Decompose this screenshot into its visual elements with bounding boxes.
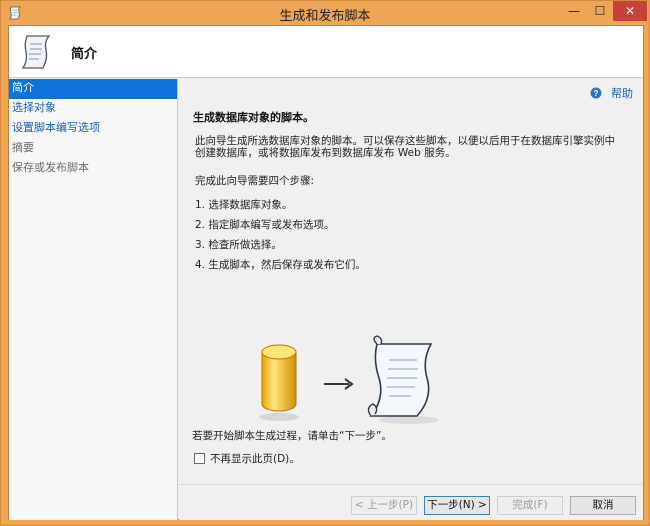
client-area: 简介 简介 选择对象 设置脚本编写选项 摘要 保存或发布脚本 ? 帮助 生成数据… bbox=[8, 25, 644, 520]
cancel-button[interactable]: 取消 bbox=[570, 496, 636, 515]
sidebar-item-save-or-publish: 保存或发布脚本 bbox=[12, 161, 89, 174]
checkbox-box[interactable] bbox=[194, 453, 205, 464]
wizard-header: 简介 bbox=[9, 26, 643, 78]
close-button[interactable]: ✕ bbox=[613, 1, 647, 21]
help-link[interactable]: ? 帮助 bbox=[590, 85, 633, 101]
step-item: 4. 生成脚本，然后保存或发布它们。 bbox=[195, 259, 366, 271]
help-icon: ? bbox=[590, 87, 602, 99]
button-bar: < 上一步(P) 下一步(N) > 完成(F) 取消 bbox=[179, 484, 643, 520]
arrow-right-icon bbox=[324, 378, 354, 390]
minimize-button[interactable]: — bbox=[561, 1, 587, 21]
help-label: 帮助 bbox=[611, 87, 633, 100]
wizard-sidebar: 简介 选择对象 设置脚本编写选项 摘要 保存或发布脚本 bbox=[9, 79, 178, 520]
finish-button[interactable]: 完成(F) bbox=[497, 496, 563, 515]
step-item: 2. 指定脚本编写或发布选项。 bbox=[195, 219, 335, 231]
svg-text:?: ? bbox=[594, 89, 599, 98]
wizard-window: 生成和发布脚本 — ☐ ✕ 简介 简介 选择对象 设置脚本编写选项 摘要 保存或… bbox=[0, 0, 650, 526]
database-to-script-illustration bbox=[259, 335, 439, 424]
step-item: 1. 选择数据库对象。 bbox=[195, 199, 293, 211]
previous-button[interactable]: < 上一步(P) bbox=[351, 496, 417, 515]
database-icon bbox=[259, 344, 299, 421]
maximize-button[interactable]: ☐ bbox=[587, 1, 613, 21]
script-scroll-icon bbox=[21, 35, 51, 69]
next-button[interactable]: 下一步(N) > bbox=[424, 496, 490, 515]
step-item: 3. 检查所做选择。 bbox=[195, 239, 282, 251]
dont-show-again-label: 不再显示此页(D)。 bbox=[210, 453, 300, 465]
sidebar-item-choose-objects[interactable]: 选择对象 bbox=[9, 99, 177, 119]
page-title: 简介 bbox=[71, 47, 98, 62]
window-title: 生成和发布脚本 bbox=[279, 9, 371, 24]
section-title: 生成数据库对象的脚本。 bbox=[193, 111, 314, 124]
steps-intro: 完成此向导需要四个步骤: bbox=[195, 175, 315, 187]
sidebar-item-summary: 摘要 bbox=[12, 141, 34, 154]
title-bar[interactable]: 生成和发布脚本 — ☐ ✕ bbox=[1, 1, 649, 25]
dont-show-again-checkbox[interactable]: 不再显示此页(D)。 bbox=[194, 451, 300, 466]
script-scroll-icon bbox=[367, 335, 439, 424]
sidebar-item-scripting-options[interactable]: 设置脚本编写选项 bbox=[9, 119, 177, 139]
description-text: 此向导生成所选数据库对象的脚本。可以保存这些脚本，以便以后用于在数据库引擎实例中… bbox=[195, 135, 615, 159]
sidebar-item-intro[interactable]: 简介 bbox=[9, 79, 177, 99]
main-pane: ? 帮助 生成数据库对象的脚本。 此向导生成所选数据库对象的脚本。可以保存这些脚… bbox=[179, 79, 643, 520]
start-instruction: 若要开始脚本生成过程，请单击“下一步”。 bbox=[192, 430, 392, 442]
